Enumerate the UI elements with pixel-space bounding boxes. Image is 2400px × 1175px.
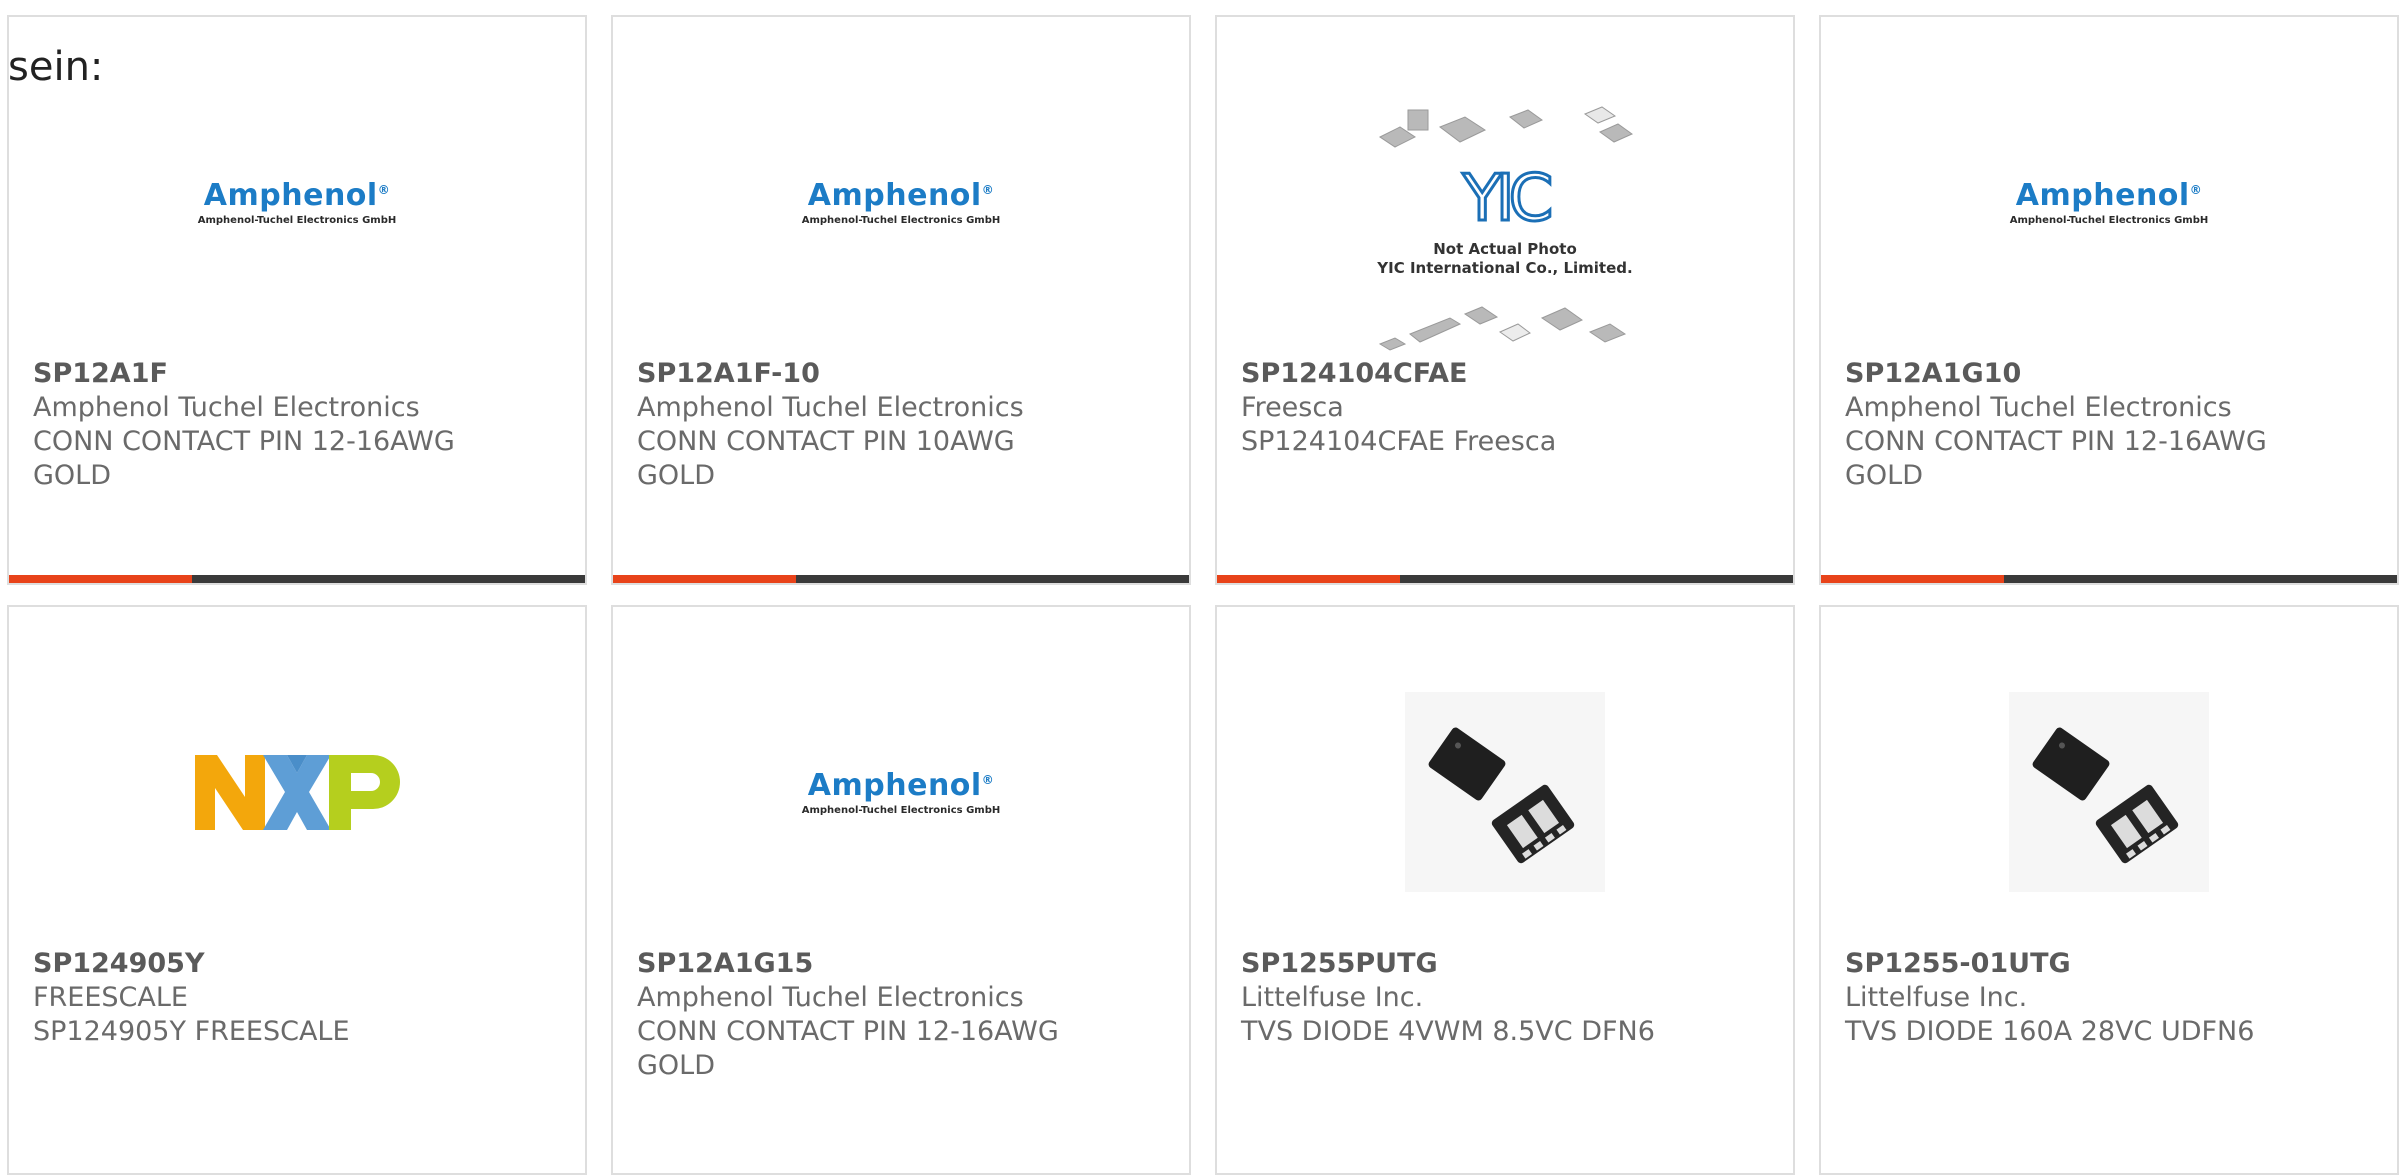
description: CONN CONTACT PIN 12-16AWG GOLD <box>637 1016 1059 1081</box>
chip-image <box>1405 692 1605 892</box>
amphenol-logo: Amphenol® Amphenol-Tuchel Electronics Gm… <box>9 87 585 317</box>
part-number[interactable]: SP124905Y <box>33 947 565 981</box>
logo-reg: ® <box>981 773 995 787</box>
manufacturer: Amphenol Tuchel Electronics <box>1845 392 2232 423</box>
product-card[interactable]: Amphenol® Amphenol-Tuchel Electronics Gm… <box>611 605 1191 1175</box>
svg-text:YIC: YIC <box>1462 162 1551 236</box>
product-card[interactable]: YIC Not Actual Photo YIC International C… <box>1215 15 1795 585</box>
nxp-logo <box>9 677 585 907</box>
card-bar <box>1821 575 2397 583</box>
manufacturer: Freesca <box>1241 392 1344 423</box>
description: SP124905Y FREESCALE <box>33 1016 350 1047</box>
part-number[interactable]: SP12A1G15 <box>637 947 1169 981</box>
part-number[interactable]: SP1255-01UTG <box>1845 947 2377 981</box>
description: TVS DIODE 4VWM 8.5VC DFN6 <box>1241 1016 1655 1047</box>
yic-caption-2: YIC International Co., Limited. <box>1376 259 1632 277</box>
product-card[interactable]: Amphenol® Amphenol-Tuchel Electronics Gm… <box>611 15 1191 585</box>
nxp-logo-graphic <box>194 754 400 830</box>
description: CONN CONTACT PIN 12-16AWG GOLD <box>1845 426 2267 491</box>
intro-text: sein: <box>8 44 104 90</box>
logo-subtitle: Amphenol-Tuchel Electronics GmbH <box>197 215 397 226</box>
yic-placeholder-image: YIC Not Actual Photo YIC International C… <box>1217 102 1793 367</box>
manufacturer: Littelfuse Inc. <box>1845 982 2028 1013</box>
product-card[interactable]: Amphenol® Amphenol-Tuchel Electronics Gm… <box>7 15 587 585</box>
part-number[interactable]: SP12A1F <box>33 357 565 391</box>
description: CONN CONTACT PIN 12-16AWG GOLD <box>33 426 455 491</box>
logo-word: Amphenol <box>807 768 982 803</box>
part-number[interactable]: SP124104CFAE <box>1241 357 1773 391</box>
card-bar <box>1217 575 1793 583</box>
logo-subtitle: Amphenol-Tuchel Electronics GmbH <box>801 805 1001 816</box>
logo-subtitle: Amphenol-Tuchel Electronics GmbH <box>2009 215 2209 226</box>
logo-word: Amphenol <box>807 178 982 213</box>
description: CONN CONTACT PIN 10AWG GOLD <box>637 426 1015 491</box>
logo-reg: ® <box>981 183 995 197</box>
part-number[interactable]: SP12A1G10 <box>1845 357 2377 391</box>
manufacturer: FREESCALE <box>33 982 188 1013</box>
yic-placeholder-graphic: YIC Not Actual Photo YIC International C… <box>1376 106 1634 351</box>
logo-reg: ® <box>377 183 391 197</box>
dfn-chip-photo <box>1821 677 2397 907</box>
card-bar <box>9 575 585 583</box>
description: TVS DIODE 160A 28VC UDFN6 <box>1845 1016 2255 1047</box>
chip-image <box>2009 692 2209 892</box>
dfn-chip-photo <box>1217 677 1793 907</box>
logo-word: Amphenol <box>2015 178 2190 213</box>
logo-reg: ® <box>2189 183 2203 197</box>
manufacturer: Littelfuse Inc. <box>1241 982 1424 1013</box>
logo-word: Amphenol <box>203 178 378 213</box>
manufacturer: Amphenol Tuchel Electronics <box>637 982 1024 1013</box>
amphenol-logo: Amphenol® Amphenol-Tuchel Electronics Gm… <box>613 677 1189 907</box>
product-card[interactable]: Amphenol® Amphenol-Tuchel Electronics Gm… <box>1819 15 2399 585</box>
yic-caption-1: Not Actual Photo <box>1433 240 1577 258</box>
amphenol-logo: Amphenol® Amphenol-Tuchel Electronics Gm… <box>613 87 1189 317</box>
part-number[interactable]: SP1255PUTG <box>1241 947 1773 981</box>
product-card[interactable]: SP1255PUTG Littelfuse Inc. TVS DIODE 4VW… <box>1215 605 1795 1175</box>
amphenol-logo: Amphenol® Amphenol-Tuchel Electronics Gm… <box>1821 87 2397 317</box>
card-bar <box>613 575 1189 583</box>
description: SP124104CFAE Freesca <box>1241 426 1557 457</box>
manufacturer: Amphenol Tuchel Electronics <box>637 392 1024 423</box>
product-card[interactable]: SP1255-01UTG Littelfuse Inc. TVS DIODE 1… <box>1819 605 2399 1175</box>
part-number[interactable]: SP12A1F-10 <box>637 357 1169 391</box>
manufacturer: Amphenol Tuchel Electronics <box>33 392 420 423</box>
product-card[interactable]: SP124905Y FREESCALE SP124905Y FREESCALE <box>7 605 587 1175</box>
logo-subtitle: Amphenol-Tuchel Electronics GmbH <box>801 215 1001 226</box>
